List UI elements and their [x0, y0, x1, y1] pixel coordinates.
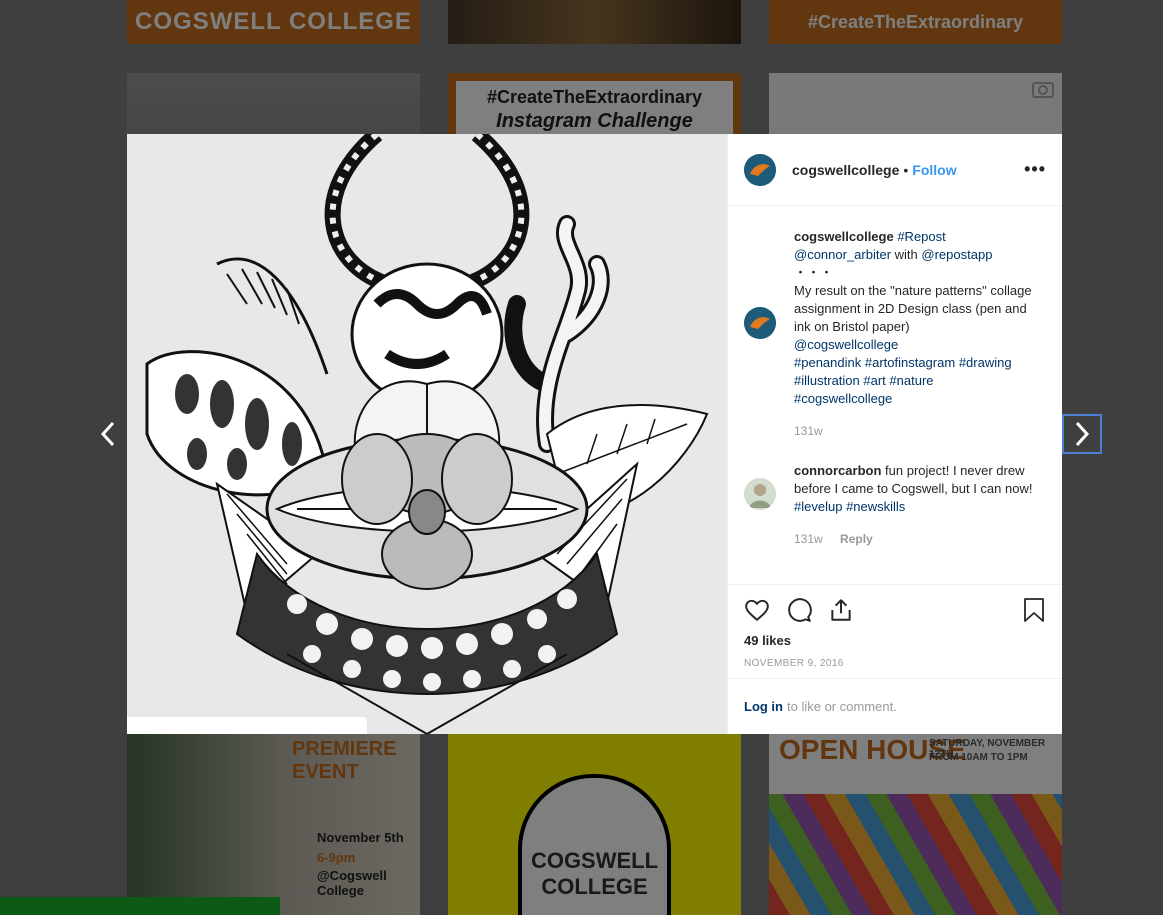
caption-body: My result on the "nature patterns" colla…	[794, 283, 1032, 334]
share-icon[interactable]	[828, 597, 854, 623]
mention-link[interactable]: @connor_arbiter	[794, 247, 891, 262]
ink-drawing-illustration	[127, 134, 727, 734]
post-actions: 49 likes NOVEMBER 9, 2016	[728, 584, 1062, 678]
post-sidebar: cogswellcollege • Follow ••• cogswellcol…	[727, 134, 1062, 734]
hashtag-link[interactable]: #drawing	[959, 355, 1012, 370]
hashtag-link[interactable]: #nature	[889, 373, 933, 388]
post-modal: cogswellcollege • Follow ••• cogswellcol…	[127, 134, 1062, 734]
login-text: to like or comment.	[787, 699, 897, 714]
comment-time[interactable]: 131w	[794, 532, 823, 546]
likes-count[interactable]: 49 likes	[744, 633, 1046, 648]
hashtag-link[interactable]: #levelup	[794, 499, 842, 514]
hashtag-link[interactable]: #newskills	[846, 499, 905, 514]
caption-meta: 131w	[794, 422, 1039, 440]
hashtag-link[interactable]: #artofinstagram	[865, 355, 955, 370]
bookmark-icon[interactable]	[1022, 597, 1046, 623]
next-post-button[interactable]	[1062, 414, 1102, 454]
hashtag-link[interactable]: #Repost	[897, 229, 945, 244]
post-username[interactable]: cogswellcollege	[792, 162, 899, 178]
hashtag-link[interactable]: #illustration	[794, 373, 860, 388]
mention-link[interactable]: @repostapp	[921, 247, 992, 262]
avatar[interactable]	[744, 478, 776, 510]
action-icons	[744, 595, 1046, 625]
heart-icon[interactable]	[744, 597, 770, 623]
hashtag-link[interactable]: #cogswellcollege	[794, 391, 892, 406]
comment-icon[interactable]	[786, 597, 812, 623]
dragon-logo-icon	[744, 307, 776, 339]
repost-watermark	[127, 717, 367, 734]
caption-time[interactable]: 131w	[794, 424, 823, 438]
user-photo-icon	[744, 478, 776, 510]
separator-dot: •	[903, 161, 909, 178]
caption-username[interactable]: cogswellcollege	[794, 229, 894, 244]
post-date[interactable]: NOVEMBER 9, 2016	[744, 658, 1046, 669]
caption-comment: cogswellcollege #Repost @connor_arbiter …	[744, 228, 1046, 440]
avatar[interactable]	[744, 307, 776, 339]
login-link[interactable]: Log in	[744, 699, 783, 714]
avatar[interactable]	[744, 153, 776, 186]
bottom-bar	[0, 897, 280, 915]
reply-button[interactable]: Reply	[840, 532, 873, 546]
mention-link[interactable]: @cogswellcollege	[794, 337, 898, 352]
comment-username[interactable]: connorcarbon	[794, 463, 881, 478]
comment-meta: 131w Reply	[794, 530, 1039, 548]
follow-button[interactable]: Follow	[912, 162, 956, 178]
comment-item: connorcarbon fun project! I never drew b…	[744, 462, 1046, 548]
post-header: cogswellcollege • Follow •••	[728, 134, 1062, 206]
comments-list: cogswellcollege #Repost @connor_arbiter …	[728, 206, 1062, 584]
caption-dots: ・・・	[794, 265, 834, 280]
chevron-left-icon	[100, 421, 115, 447]
post-image[interactable]	[127, 134, 727, 734]
prev-post-button[interactable]	[88, 414, 128, 454]
dragon-logo-icon	[744, 153, 776, 186]
more-options-icon[interactable]: •••	[1024, 159, 1046, 180]
chevron-right-icon	[1075, 421, 1090, 447]
login-prompt: Log in to like or comment.	[728, 678, 1062, 734]
hashtag-link[interactable]: #penandink	[794, 355, 861, 370]
caption-text-fragment: with	[894, 247, 918, 262]
hashtag-link[interactable]: #art	[863, 373, 885, 388]
comment-text: connorcarbon fun project! I never drew b…	[794, 462, 1039, 548]
caption-text: cogswellcollege #Repost @connor_arbiter …	[794, 228, 1039, 440]
